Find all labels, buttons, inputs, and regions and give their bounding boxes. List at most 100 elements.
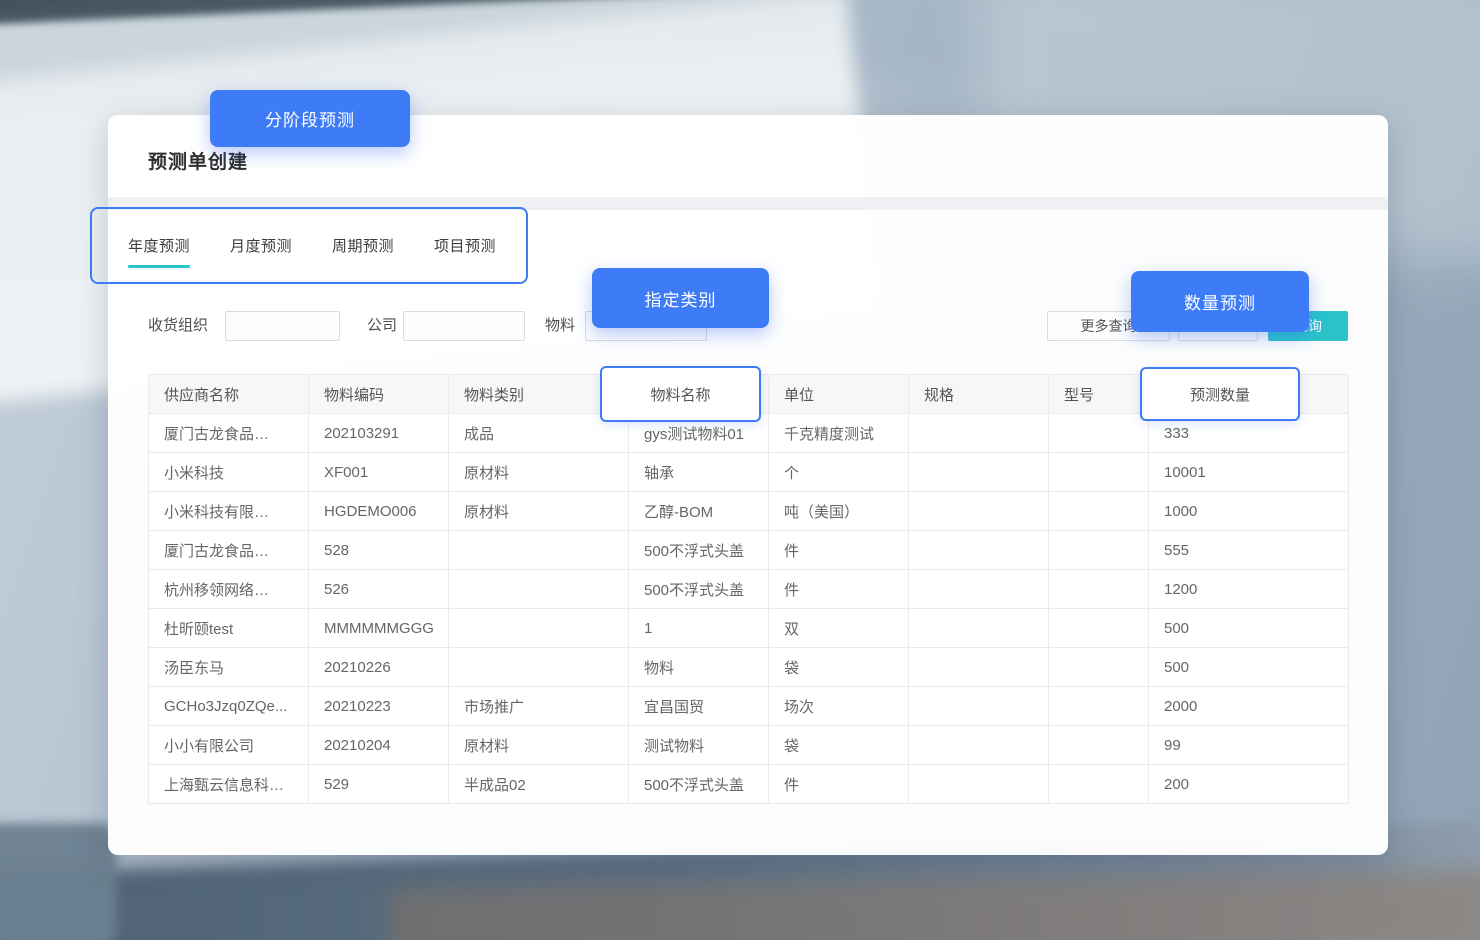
receiving-org-label: 收货组织 bbox=[148, 311, 208, 341]
tab-item-3[interactable]: 项目预测 bbox=[434, 233, 496, 268]
tab-bar: 年度预测 月度预测 周期预测 项目预测 bbox=[128, 233, 496, 268]
table-cell: 500不浮式头盖 bbox=[629, 531, 769, 570]
tab-item-2[interactable]: 周期预测 bbox=[332, 233, 394, 268]
table-cell: 乙醇-BOM bbox=[629, 492, 769, 531]
phased-forecast-callout: 分阶段预测 bbox=[210, 90, 410, 147]
table-cell: 小小有限公司 bbox=[149, 726, 309, 765]
table-cell bbox=[909, 492, 1049, 531]
table-cell: 场次 bbox=[769, 687, 909, 726]
table-cell: 厦门古龙食品… bbox=[149, 414, 309, 453]
table-cell: 汤臣东马 bbox=[149, 648, 309, 687]
table-cell: 吨（美国） bbox=[769, 492, 909, 531]
column-header: 型号 bbox=[1049, 375, 1149, 414]
table-cell: MMMMMMGGG bbox=[309, 609, 449, 648]
table-cell bbox=[449, 648, 629, 687]
table-cell bbox=[909, 414, 1049, 453]
table-cell: 原材料 bbox=[449, 492, 629, 531]
table-row[interactable]: 汤臣东马20210226物料袋500 bbox=[149, 648, 1349, 687]
table-cell bbox=[1049, 687, 1149, 726]
table-cell: 99 bbox=[1149, 726, 1349, 765]
page-title: 预测单创建 bbox=[148, 147, 248, 174]
specify-category-callout: 指定类别 bbox=[592, 268, 769, 328]
table-cell: 杭州移领网络… bbox=[149, 570, 309, 609]
table-row[interactable]: 小小有限公司20210204原材料测试物料袋99 bbox=[149, 726, 1349, 765]
company-label: 公司 bbox=[367, 311, 397, 341]
table-cell bbox=[909, 570, 1049, 609]
forecast-table: 供应商名称物料编码物料类别物料名称单位规格型号预测数量 厦门古龙食品…20210… bbox=[148, 374, 1349, 804]
forecast-qty-header-highlight: 预测数量 bbox=[1140, 367, 1300, 421]
table-cell: 半成品02 bbox=[449, 765, 629, 804]
table-cell: 10001 bbox=[1149, 453, 1349, 492]
material-name-header-highlight: 物料名称 bbox=[600, 366, 761, 422]
table-cell: 双 bbox=[769, 609, 909, 648]
table-cell: 小米科技 bbox=[149, 453, 309, 492]
table-cell: 件 bbox=[769, 765, 909, 804]
column-header: 供应商名称 bbox=[149, 375, 309, 414]
table-cell bbox=[909, 687, 1049, 726]
table-cell: 526 bbox=[309, 570, 449, 609]
table-cell: 上海甄云信息科… bbox=[149, 765, 309, 804]
table-row[interactable]: 厦门古龙食品…528500不浮式头盖件555 bbox=[149, 531, 1349, 570]
table-cell: 个 bbox=[769, 453, 909, 492]
table-cell: GCHo3Jzq0ZQe... bbox=[149, 687, 309, 726]
table-cell bbox=[1049, 765, 1149, 804]
table-cell bbox=[449, 609, 629, 648]
table-cell bbox=[909, 726, 1049, 765]
table-cell bbox=[909, 648, 1049, 687]
table-row[interactable]: 杜昕颐testMMMMMMGGG 1双 500 bbox=[149, 609, 1349, 648]
column-header: 单位 bbox=[769, 375, 909, 414]
table-cell: 2000 bbox=[1149, 687, 1349, 726]
table-cell bbox=[1049, 492, 1149, 531]
table-cell: 轴承 bbox=[629, 453, 769, 492]
table-cell bbox=[1049, 609, 1149, 648]
table-cell: 1 bbox=[629, 609, 769, 648]
quantity-forecast-callout: 数量预测 bbox=[1131, 271, 1309, 332]
table-cell: 20210223 bbox=[309, 687, 449, 726]
table-cell: 原材料 bbox=[449, 453, 629, 492]
table-cell: 500不浮式头盖 bbox=[629, 570, 769, 609]
table-row[interactable]: 杭州移领网络…526 500不浮式头盖件 1200 bbox=[149, 570, 1349, 609]
table-row[interactable]: 小米科技XF001原材料轴承个 10001 bbox=[149, 453, 1349, 492]
table-cell bbox=[1049, 570, 1149, 609]
table-cell bbox=[1049, 414, 1149, 453]
tab-item-1[interactable]: 月度预测 bbox=[230, 233, 292, 268]
tab-item-0[interactable]: 年度预测 bbox=[128, 233, 190, 268]
table-cell bbox=[1049, 453, 1149, 492]
company-input[interactable] bbox=[403, 311, 525, 341]
table-cell: 1000 bbox=[1149, 492, 1349, 531]
table-cell bbox=[909, 765, 1049, 804]
table-cell: 20210204 bbox=[309, 726, 449, 765]
table-cell bbox=[1049, 531, 1149, 570]
table-cell: 杜昕颐test bbox=[149, 609, 309, 648]
table-cell: 袋 bbox=[769, 648, 909, 687]
table-cell bbox=[449, 570, 629, 609]
table-cell: 小米科技有限… bbox=[149, 492, 309, 531]
table-cell: HGDEMO006 bbox=[309, 492, 449, 531]
table-cell: 厦门古龙食品… bbox=[149, 531, 309, 570]
receiving-org-input[interactable] bbox=[225, 311, 340, 341]
table-cell: 原材料 bbox=[449, 726, 629, 765]
table-row[interactable]: GCHo3Jzq0ZQe...20210223市场推广宜昌国贸场次2000 bbox=[149, 687, 1349, 726]
table-cell: 500不浮式头盖 bbox=[629, 765, 769, 804]
column-header: 规格 bbox=[909, 375, 1049, 414]
table-row[interactable]: 上海甄云信息科…529半成品02500不浮式头盖件 200 bbox=[149, 765, 1349, 804]
section-divider-band bbox=[108, 197, 1388, 210]
table-cell: 528 bbox=[309, 531, 449, 570]
table-cell: 袋 bbox=[769, 726, 909, 765]
table-cell: XF001 bbox=[309, 453, 449, 492]
table-cell: 500 bbox=[1149, 609, 1349, 648]
table-cell bbox=[909, 453, 1049, 492]
table-cell: 555 bbox=[1149, 531, 1349, 570]
table-cell: 1200 bbox=[1149, 570, 1349, 609]
table-cell: 200 bbox=[1149, 765, 1349, 804]
table-row[interactable]: 小米科技有限…HGDEMO006原材料乙醇-BOM吨（美国） 1000 bbox=[149, 492, 1349, 531]
table-cell: 529 bbox=[309, 765, 449, 804]
table-cell bbox=[909, 531, 1049, 570]
screenshot-root: 预测单创建 年度预测月度预测周期预测项目预测 收货组织 公司 物料 更多查询 查… bbox=[0, 0, 1480, 940]
table-cell bbox=[1049, 648, 1149, 687]
table-cell: 20210226 bbox=[309, 648, 449, 687]
table-cell bbox=[449, 531, 629, 570]
blurred-phone bbox=[0, 823, 117, 940]
table-cell bbox=[909, 609, 1049, 648]
table-cell: 件 bbox=[769, 570, 909, 609]
